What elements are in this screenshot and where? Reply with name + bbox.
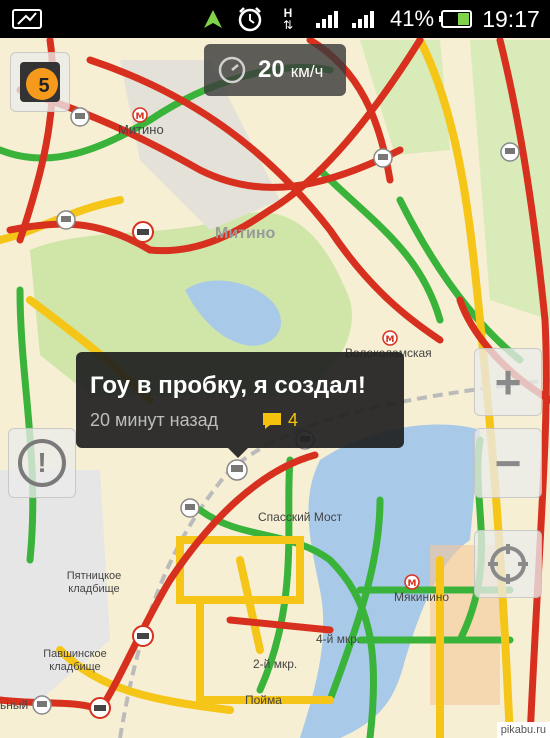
map-label-poyma: Пойма	[245, 693, 282, 707]
minus-icon: −	[494, 437, 522, 489]
comment-count: 4	[288, 410, 299, 430]
metro-icon: М	[132, 107, 148, 123]
map-label-mitino-station: Митино	[118, 122, 164, 137]
tooltip-pointer	[228, 448, 248, 458]
alarm-clock-icon	[234, 0, 266, 38]
comment-icon	[263, 413, 281, 429]
chat-marker[interactable]	[373, 148, 393, 168]
chat-marker[interactable]	[500, 142, 520, 162]
battery-percent: 41%	[389, 6, 435, 31]
map-label-mitino-district: Митино	[215, 225, 276, 242]
battery-icon	[438, 0, 474, 38]
svg-text:М: М	[386, 335, 395, 345]
map-label-pavshinskoe: Павшинское кладбище	[43, 648, 107, 673]
metro-icon: М	[382, 330, 398, 346]
signal-strength-icon	[314, 0, 344, 38]
report-incident-button[interactable]: !	[8, 428, 76, 498]
network-type-icon: H ⇅	[282, 6, 294, 32]
chat-marker[interactable]	[56, 210, 76, 230]
accident-marker[interactable]	[89, 697, 111, 719]
map-label-spassky-most: Спасский Мост	[258, 510, 343, 524]
traffic-score-value: 5	[38, 74, 50, 97]
metro-icon: М	[404, 574, 420, 590]
tooltip-time: 20 минут назад	[90, 410, 219, 430]
speed-indicator: 20 км/ч	[204, 44, 346, 96]
zoom-out-button[interactable]: −	[474, 428, 542, 498]
my-location-button[interactable]	[474, 530, 542, 598]
svg-text:М: М	[136, 112, 145, 122]
tooltip-title: Гоу в пробку, я создал!	[90, 372, 366, 399]
chat-marker[interactable]	[226, 459, 248, 481]
accident-marker[interactable]	[132, 625, 154, 647]
alert-glyph: !	[37, 447, 47, 478]
chat-marker[interactable]	[32, 695, 52, 715]
clock: 19:17	[482, 5, 540, 32]
map-label-myakinino: Мякинино	[394, 590, 450, 604]
notification-icon	[10, 0, 44, 38]
plus-icon: +	[494, 356, 522, 408]
zoom-in-button[interactable]: +	[474, 348, 542, 416]
traffic-score-button[interactable]: 5	[10, 52, 70, 112]
map-label-mkr2: 2-й мкр.	[253, 657, 298, 671]
navigation-icon	[200, 0, 226, 38]
user-message-tooltip[interactable]: Гоу в пробку, я создал! 20 минут назад 4	[76, 352, 404, 458]
speed-unit: км/ч	[290, 62, 324, 81]
watermark: pikabu.ru	[496, 722, 550, 738]
status-bar: H ⇅ 41% 19:17	[0, 0, 550, 38]
chat-marker[interactable]	[180, 498, 200, 518]
chat-marker[interactable]	[70, 107, 90, 127]
map-label-pyatnitskoe: Пятницкое кладбище	[66, 570, 122, 595]
speedometer-icon	[218, 56, 246, 84]
signal-strength-icon	[350, 0, 382, 38]
map-label-mkr4: 4-й мкр.	[316, 632, 361, 646]
map-label-edge: ьный	[0, 698, 29, 712]
speed-value: 20	[258, 56, 285, 83]
accident-marker[interactable]	[132, 221, 154, 243]
svg-text:М: М	[408, 579, 417, 589]
locate-icon	[488, 544, 528, 584]
